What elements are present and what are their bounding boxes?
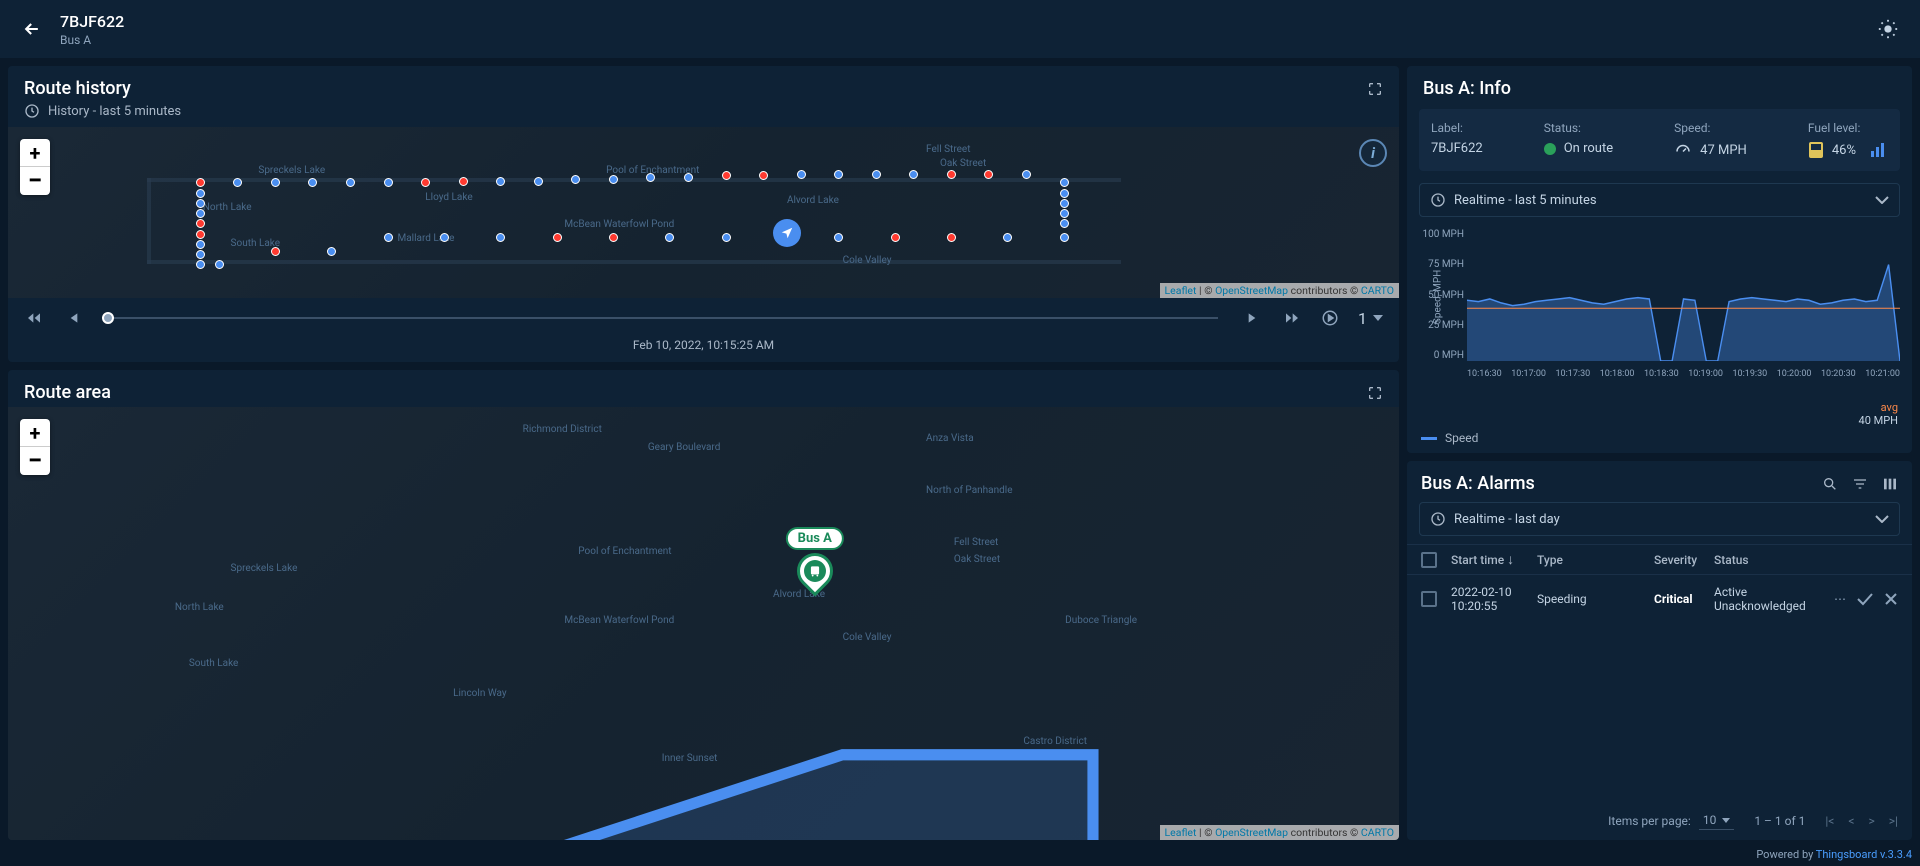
vehicle-marker-icon xyxy=(773,219,801,247)
ack-icon[interactable] xyxy=(1856,592,1874,606)
search-icon[interactable] xyxy=(1822,476,1838,492)
prev-icon[interactable] xyxy=(62,308,82,328)
alarms-panel: Bus A: Alarms Realtime - last day Start … xyxy=(1407,461,1912,840)
map-info-icon[interactable]: i xyxy=(1359,139,1387,167)
fuel-v: 46% xyxy=(1832,143,1856,158)
carto-link[interactable]: CARTO xyxy=(1361,284,1394,297)
status-l: Status: xyxy=(1544,121,1613,135)
play-icon[interactable] xyxy=(1320,308,1340,328)
speed-l: Speed: xyxy=(1674,121,1747,135)
bus-icon xyxy=(808,564,822,578)
fullscreen-icon[interactable] xyxy=(1367,385,1383,401)
columns-icon[interactable] xyxy=(1882,476,1898,492)
gauge-icon xyxy=(1674,141,1692,159)
prev-page-icon[interactable]: < xyxy=(1848,814,1854,828)
status-v: On route xyxy=(1564,141,1613,156)
back-icon[interactable] xyxy=(20,17,44,41)
chart-icon[interactable] xyxy=(1870,142,1888,158)
zoom-out-button[interactable]: − xyxy=(20,447,50,475)
theme-toggle-icon[interactable] xyxy=(1876,17,1900,41)
alarm-row[interactable]: 2022-02-1010:20:55 Speeding Critical Act… xyxy=(1407,574,1912,623)
clock-icon xyxy=(1430,511,1446,527)
chevron-down-icon xyxy=(1722,818,1730,823)
alarms-title: Bus A: Alarms xyxy=(1421,473,1535,494)
legend-swatch xyxy=(1421,437,1437,440)
page-title: 7BJF622 xyxy=(60,12,124,31)
info-panel: Bus A: Info Label: 7BJF622 Status: On ro… xyxy=(1407,66,1912,453)
route-history-map[interactable]: Spreckels Lake North Lake South Lake Llo… xyxy=(8,127,1399,298)
fuel-l: Fuel level: xyxy=(1808,121,1888,135)
zoom-controls: + − xyxy=(20,139,50,195)
page-range: 1 – 1 of 1 xyxy=(1754,814,1805,828)
route-history-title: Route history xyxy=(24,78,131,99)
realtime-range-select[interactable]: Realtime - last 5 minutes xyxy=(1419,183,1900,217)
route-history-panel: Route history History - last 5 minutes S… xyxy=(8,66,1399,362)
label-v: 7BJF622 xyxy=(1431,141,1483,156)
zoom-in-button[interactable]: + xyxy=(20,419,50,447)
app-header: 7BJF622 Bus A xyxy=(0,0,1920,58)
map-attribution: Leaflet | © OpenStreetMap contributors ©… xyxy=(1160,825,1399,840)
alarms-range-select[interactable]: Realtime - last day xyxy=(1419,502,1900,536)
timeline-slider[interactable] xyxy=(108,317,1218,319)
route-area-title: Route area xyxy=(24,382,111,403)
chevron-down-icon xyxy=(1875,196,1889,204)
last-page-icon[interactable]: >| xyxy=(1889,814,1898,828)
col-start-time[interactable]: Start time ↓ xyxy=(1451,551,1537,568)
map-attribution: Leaflet | © OpenStreetMap contributors ©… xyxy=(1160,283,1399,298)
clock-icon xyxy=(1430,192,1446,208)
bus-map-pin[interactable]: Bus A xyxy=(797,553,833,589)
history-range: History - last 5 minutes xyxy=(48,104,181,119)
more-icon[interactable]: ⋯ xyxy=(1834,592,1846,606)
chevron-down-icon xyxy=(1875,515,1889,523)
clock-icon xyxy=(24,103,40,119)
page-subtitle: Bus A xyxy=(60,33,124,47)
clear-icon[interactable] xyxy=(1884,592,1898,606)
info-title: Bus A: Info xyxy=(1423,78,1511,99)
col-severity[interactable]: Severity xyxy=(1654,553,1714,567)
row-checkbox[interactable] xyxy=(1421,591,1437,607)
route-area-panel: Route area Richmond District Geary Boule… xyxy=(8,370,1399,840)
speed-chart[interactable]: Speed, MPH 100 MPH75 MPH50 MPH25 MPH0 MP… xyxy=(1419,229,1900,389)
footer: Powered by Thingsboard v.3.3.4 xyxy=(0,848,1920,866)
osm-link[interactable]: OpenStreetMap xyxy=(1215,284,1288,297)
first-page-icon[interactable]: |< xyxy=(1825,814,1834,828)
playback-timestamp: Feb 10, 2022, 10:15:25 AM xyxy=(8,338,1399,362)
playback-controls: 1 xyxy=(8,298,1399,338)
playback-speed-select[interactable]: 1 xyxy=(1358,309,1383,328)
chevron-down-icon xyxy=(1373,315,1383,321)
avg-value: 40 MPH xyxy=(1859,414,1898,427)
leaflet-link[interactable]: Leaflet xyxy=(1165,284,1197,297)
alarm-table-header: Start time ↓ Type Severity Status xyxy=(1407,544,1912,574)
next-page-icon[interactable]: > xyxy=(1869,814,1875,828)
filter-icon[interactable] xyxy=(1852,476,1868,492)
bus-pin-label: Bus A xyxy=(786,527,844,550)
fastfwd-icon[interactable] xyxy=(1282,308,1302,328)
label-l: Label: xyxy=(1431,121,1483,135)
col-type[interactable]: Type xyxy=(1537,553,1654,567)
rewind-icon[interactable] xyxy=(24,308,44,328)
alarm-pager: Items per page: 10 1 – 1 of 1 |< < > >| xyxy=(1407,801,1912,840)
avg-label: avg xyxy=(1859,401,1898,414)
fuel-icon xyxy=(1808,141,1824,159)
footer-link[interactable]: Thingsboard v.3.3.4 xyxy=(1816,848,1912,861)
fullscreen-icon[interactable] xyxy=(1367,81,1383,97)
select-all-checkbox[interactable] xyxy=(1421,552,1437,568)
zoom-in-button[interactable]: + xyxy=(20,139,50,167)
col-status[interactable]: Status xyxy=(1714,553,1818,567)
status-dot-icon xyxy=(1544,143,1556,155)
zoom-out-button[interactable]: − xyxy=(20,167,50,195)
zoom-controls: + − xyxy=(20,419,50,475)
route-area-map[interactable]: Richmond District Geary Boulevard Anza V… xyxy=(8,407,1399,840)
speed-v: 47 MPH xyxy=(1700,143,1747,158)
next-icon[interactable] xyxy=(1244,308,1264,328)
items-per-page-select[interactable]: 10 xyxy=(1699,811,1735,830)
legend-label: Speed xyxy=(1445,431,1478,445)
